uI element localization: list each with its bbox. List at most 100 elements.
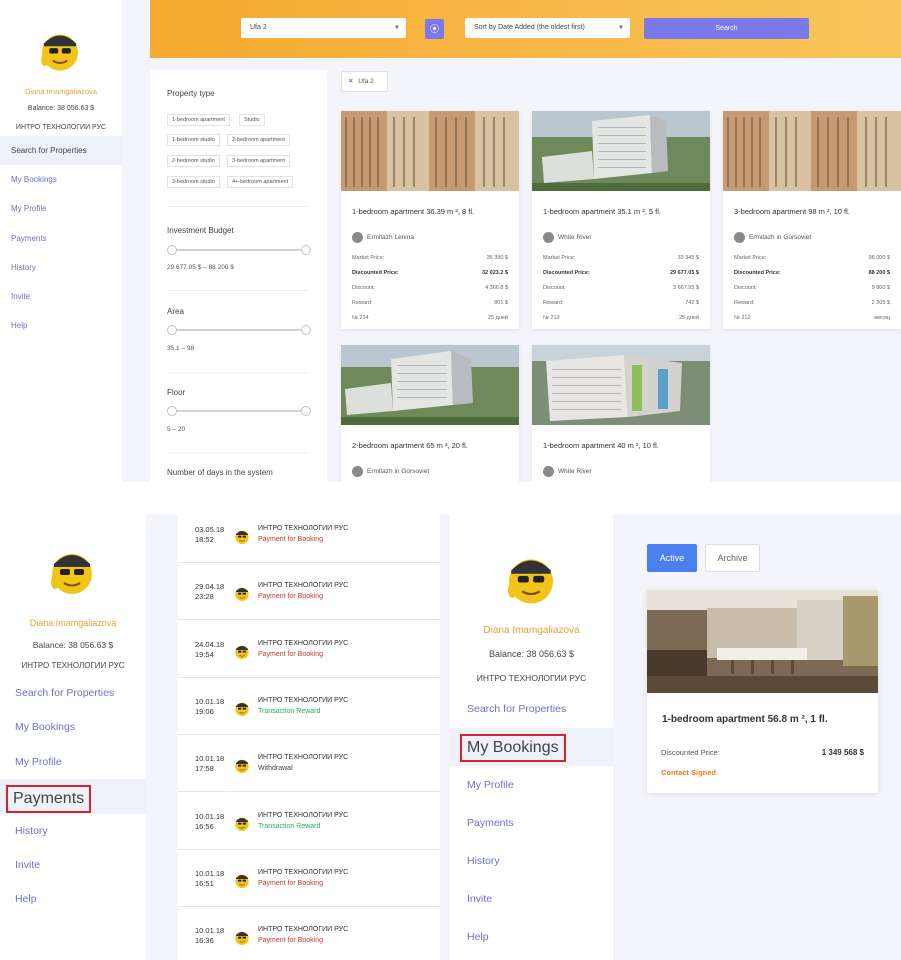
city-select[interactable]: Ufa 2 ▼	[241, 18, 406, 38]
payment-row[interactable]: 24.04.18 19:54 ИНТРО ТЕХНОЛОГИИ РУС Payment…	[178, 621, 440, 678]
payment-row[interactable]: 10.01.18 19:06 ИНТРО ТЕХНОЛОГИИ РУС Transac…	[178, 678, 440, 735]
budget-slider[interactable]	[167, 245, 311, 255]
sidebar-item-profile[interactable]: My Profile	[0, 745, 146, 779]
sidebar-item-search[interactable]: Search for Properties	[450, 690, 613, 728]
value: 801 $	[494, 300, 508, 306]
tab-active[interactable]: Active	[647, 544, 697, 572]
sidebar-item-history[interactable]: History	[450, 842, 613, 880]
avatar[interactable]	[498, 544, 564, 610]
slider-max-handle[interactable]	[301, 406, 311, 416]
sidebar-nav: Search for Properties My Bookings My Pro…	[0, 676, 146, 917]
sidebar-item-search[interactable]: Search for Properties	[0, 676, 146, 710]
listing-title[interactable]: 2-bedroom apartment 65 m ², 20 fl.	[352, 441, 517, 450]
sidebar-item-label[interactable]: My Bookings	[460, 734, 566, 762]
sidebar-item-profile[interactable]: My Profile	[0, 194, 122, 223]
property-type-title: Property type	[167, 89, 215, 98]
payment-type: Payment for Booking	[258, 937, 323, 945]
payment-time-value: 16:36	[195, 936, 214, 946]
sidebar-item-help[interactable]: Help	[0, 882, 146, 916]
payment-date-value: 10.01.18	[195, 754, 225, 764]
payment-row[interactable]: 03.05.18 18:52 ИНТРО ТЕХНОЛОГИИ РУС Payment…	[178, 514, 440, 563]
payment-row[interactable]: 29.04.18 23:28 ИНТРО ТЕХНОЛОГИИ РУС Payment…	[178, 563, 440, 621]
payment-row[interactable]: 10.01.18 16:51 ИНТРО ТЕХНОЛОГИИ РУС Payment…	[178, 850, 440, 907]
payment-company: ИНТРО ТЕХНОЛОГИИ РУС	[258, 696, 349, 704]
payment-row[interactable]: 10.01.18 16:56 ИНТРО ТЕХНОЛОГИИ РУС Transac…	[178, 793, 440, 850]
sidebar-item-help[interactable]: Help	[0, 311, 122, 340]
slider-min-handle[interactable]	[167, 406, 177, 416]
floor-slider[interactable]	[167, 406, 311, 416]
user-company: ИНТРО ТЕХНОЛОГИИ РУС	[21, 661, 125, 670]
sidebar-item-help[interactable]: Help	[450, 918, 613, 956]
property-type-tag[interactable]: Studio	[239, 114, 265, 126]
location-pin-button[interactable]: ⦿	[425, 19, 444, 39]
payments-screen: Diana Imamgaliazova Balance: 38 056.63 $…	[0, 514, 450, 960]
sidebar-item-profile[interactable]: My Profile	[450, 766, 613, 804]
payment-date-value: 10.01.18	[195, 811, 225, 821]
property-type-tag[interactable]: 1-bedroom studio	[167, 134, 220, 146]
listing-card[interactable]: 1-bedroom apartment 36.39 m ², 8 fl. Erm…	[341, 111, 519, 329]
property-type-tag[interactable]: 2-bedroom studio	[167, 155, 220, 167]
sidebar-item-label[interactable]: Payments	[6, 785, 92, 814]
complex-image	[532, 111, 710, 191]
property-type-tag[interactable]: 1-bedroom apartment	[167, 114, 230, 126]
developer-avatar	[352, 232, 363, 243]
sidebar-item-search[interactable]: Search for Properties	[0, 136, 122, 166]
sort-select[interactable]: Sort by Date Added (the oldest first) ▼	[465, 18, 630, 38]
listing-title[interactable]: 3-bedroom apartment 98 m ², 10 fl.	[734, 207, 899, 216]
sidebar-item-bookings[interactable]: My Bookings	[0, 165, 122, 194]
listing-number: № 214	[352, 315, 369, 321]
property-type-tag[interactable]: 2-bedroom apartment	[227, 134, 290, 146]
divider	[167, 290, 309, 291]
payment-date: 10.01.18 17:58	[195, 754, 235, 774]
booking-card[interactable]: 1-bedroom apartment 56.8 m ², 1 fl. Disc…	[647, 590, 878, 793]
company-logo-icon	[232, 583, 252, 603]
payment-row[interactable]: 10.01.18 16:36 ИНТРО ТЕХНОЛОГИИ РУС Payment…	[178, 907, 440, 960]
sidebar-item-payments[interactable]: Payments	[450, 804, 613, 842]
avatar[interactable]	[33, 22, 87, 76]
property-type-tag[interactable]: 4+-bedroom apartment	[227, 176, 294, 188]
area-slider[interactable]	[167, 325, 311, 335]
sidebar-item-history[interactable]: History	[0, 814, 146, 848]
listing-title[interactable]: 1-bedroom apartment 40 m ², 10 fl.	[543, 441, 708, 450]
sidebar-item-invite[interactable]: Invite	[0, 282, 122, 311]
mascot-icon	[507, 559, 553, 604]
sidebar-item-bookings[interactable]: My Bookings	[450, 728, 613, 766]
sidebar-item-invite[interactable]: Invite	[0, 848, 146, 882]
listing-card[interactable]: 2-bedroom apartment 65 m ², 20 fl. Ermit…	[341, 345, 519, 482]
payment-time-value: 16:51	[195, 878, 214, 888]
listing-title[interactable]: 1-bedroom apartment 36.39 m ², 8 fl.	[352, 207, 517, 216]
search-button[interactable]: Search	[644, 18, 809, 39]
label: Reward:	[352, 300, 373, 306]
slider-max-handle[interactable]	[301, 245, 311, 255]
sidebar-item-bookings[interactable]: My Bookings	[0, 710, 146, 744]
avatar[interactable]	[42, 540, 102, 600]
active-filter-chip[interactable]: ✕ Ufa 2	[341, 71, 388, 92]
label: Discounted Price:	[734, 270, 781, 276]
tab-archive[interactable]: Archive	[705, 544, 760, 572]
slider-min-handle[interactable]	[167, 325, 177, 335]
sidebar-item-payments[interactable]: Payments	[0, 224, 122, 253]
payment-type: Payment for Booking	[258, 536, 323, 543]
listing-card[interactable]: 1-bedroom apartment 35.1 m ², 5 fl. Whit…	[532, 111, 710, 329]
property-type-tag[interactable]: 3-bedroom studio	[167, 176, 220, 188]
booking-status: Contact Signed	[661, 768, 717, 777]
slider-min-handle[interactable]	[167, 245, 177, 255]
sidebar-item-payments[interactable]: Payments	[0, 779, 146, 814]
slider-max-handle[interactable]	[301, 325, 311, 335]
payment-date-value: 10.01.18	[195, 926, 225, 936]
label: Discount:	[352, 285, 375, 291]
close-icon[interactable]: ✕	[348, 78, 353, 85]
label: Discounted Price:	[543, 270, 590, 276]
days-title: Number of days in the system	[167, 468, 273, 477]
listing-title[interactable]: 1-bedroom apartment 35.1 m ², 5 fl.	[543, 207, 708, 216]
payment-type: Transaction Reward	[258, 707, 321, 715]
listing-card[interactable]: 3-bedroom apartment 98 m ², 10 fl. Ermit…	[723, 111, 901, 329]
payment-row[interactable]: 10.01.18 17:58 ИНТРО ТЕХНОЛОГИИ РУС Withdra…	[178, 735, 440, 793]
listing-card[interactable]: 1-bedroom apartment 40 m ², 10 fl. White…	[532, 345, 710, 482]
property-type-tag[interactable]: 3-bedroom apartment	[227, 155, 290, 167]
label: Market Price:	[352, 255, 385, 261]
sidebar-item-invite[interactable]: Invite	[450, 880, 613, 918]
sidebar: Diana Imamgaliazova Balance: 38 056.63 $…	[0, 514, 146, 960]
sidebar-item-history[interactable]: History	[0, 253, 122, 282]
booking-title[interactable]: 1-bedroom apartment 56.8 m ², 1 fl.	[662, 714, 828, 725]
